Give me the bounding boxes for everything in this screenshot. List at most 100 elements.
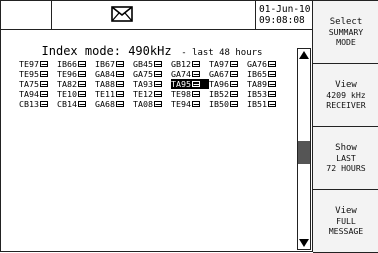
station-code: TA96	[209, 79, 229, 89]
station-message-te95[interactable]: TE95	[19, 69, 57, 79]
message-envelope-icon	[39, 61, 48, 67]
message-envelope-icon	[39, 91, 48, 97]
message-envelope-icon	[153, 91, 162, 97]
station-message-gb12[interactable]: GB12	[171, 59, 209, 69]
station-message-ta08[interactable]: TA08	[133, 99, 171, 109]
clock: 01-Jun-10 09:08:08	[259, 4, 310, 26]
station-message-te10[interactable]: TE10	[57, 89, 95, 99]
index-panel: Index mode: 490kHz - last 48 hours TE97 I…	[7, 32, 307, 250]
station-code: CB14	[57, 99, 77, 109]
show-last-72-hours-button[interactable]: Show LAST 72 HOURS	[313, 127, 378, 190]
station-message-ta82[interactable]: TA82	[57, 79, 95, 89]
message-envelope-icon	[191, 81, 200, 87]
station-message-ib51[interactable]: IB51	[247, 99, 285, 109]
station-message-ib67[interactable]: IB67	[95, 59, 133, 69]
view-full-message-button[interactable]: View FULL MESSAGE	[313, 190, 378, 253]
station-message-ib65[interactable]: IB65	[247, 69, 285, 79]
station-message-cb13[interactable]: CB13	[19, 99, 57, 109]
softkey-label-line: 4209 kHz	[326, 90, 366, 100]
scrollbar[interactable]	[297, 48, 311, 250]
station-code: TA94	[19, 89, 39, 99]
status-divider	[51, 1, 52, 29]
station-code: TE94	[171, 99, 191, 109]
station-message-te98[interactable]: TE98	[171, 89, 209, 99]
station-message-ib52[interactable]: IB52	[209, 89, 247, 99]
station-message-ta94[interactable]: TA94	[19, 89, 57, 99]
status-bar: 01-Jun-10 09:08:08	[1, 1, 312, 30]
station-message-te94[interactable]: TE94	[171, 99, 209, 109]
station-message-ga84[interactable]: GA84	[95, 69, 133, 79]
station-message-ta88[interactable]: TA88	[95, 79, 133, 89]
message-envelope-icon	[77, 61, 86, 67]
softkey-label-line: RECEIVER	[326, 100, 366, 110]
message-envelope-icon	[267, 81, 276, 87]
message-envelope-icon	[115, 91, 124, 97]
station-message-ga67[interactable]: GA67	[209, 69, 247, 79]
message-envelope-icon	[77, 91, 86, 97]
station-message-ib53[interactable]: IB53	[247, 89, 285, 99]
station-row: TE95 TE96 GA84 GA75 GA74 GA67 IB65	[19, 69, 285, 79]
station-code: GA74	[171, 69, 191, 79]
station-row: TA75 TA82 TA88 TA93 TA95 TA96 TA89	[19, 79, 285, 89]
softkey-panel: Select SUMMARY MODE View 4209 kHz RECEIVER Sho…	[312, 1, 378, 253]
message-envelope-icon	[229, 81, 238, 87]
station-code: TA88	[95, 79, 115, 89]
softkey-label-line: View	[335, 80, 357, 90]
station-message-ta96[interactable]: TA96	[209, 79, 247, 89]
message-envelope-icon	[153, 101, 162, 107]
station-code: IB67	[95, 59, 115, 69]
station-code: TE97	[19, 59, 39, 69]
station-code: IB65	[247, 69, 267, 79]
station-code: CB13	[19, 99, 39, 109]
message-envelope-icon	[115, 81, 124, 87]
station-code: TA89	[247, 79, 267, 89]
station-row: TE97 IB66 IB67 GB45 GB12 TA97 GA76	[19, 59, 285, 69]
station-code: GA75	[133, 69, 153, 79]
station-message-cb14[interactable]: CB14	[57, 99, 95, 109]
view-receiver-button[interactable]: View 4209 kHz RECEIVER	[313, 64, 378, 127]
station-message-ta89[interactable]: TA89	[247, 79, 285, 89]
station-code: GA84	[95, 69, 115, 79]
title-main: Index mode: 490kHz	[41, 44, 172, 58]
station-message-te97[interactable]: TE97	[19, 59, 57, 69]
station-code: TE12	[133, 89, 153, 99]
station-code: TA75	[19, 79, 39, 89]
message-envelope-icon	[267, 71, 276, 77]
scroll-up-arrow-icon[interactable]	[299, 51, 309, 59]
station-message-ta95[interactable]: TA95	[171, 79, 209, 89]
message-envelope-icon	[267, 61, 276, 67]
station-message-te96[interactable]: TE96	[57, 69, 95, 79]
softkey-label-line: Show	[335, 143, 357, 153]
station-message-ga68[interactable]: GA68	[95, 99, 133, 109]
scroll-thumb[interactable]	[298, 141, 310, 164]
station-message-ta93[interactable]: TA93	[133, 79, 171, 89]
message-envelope-icon	[267, 101, 276, 107]
scroll-down-arrow-icon[interactable]	[299, 239, 309, 247]
station-message-gb45[interactable]: GB45	[133, 59, 171, 69]
station-message-ga76[interactable]: GA76	[247, 59, 285, 69]
time-text: 09:08:08	[259, 15, 305, 26]
softkey-label-line: Select	[329, 17, 363, 27]
station-message-ib50[interactable]: IB50	[209, 99, 247, 109]
softkey-label-line: 72 HOURS	[326, 163, 366, 173]
station-message-ga74[interactable]: GA74	[171, 69, 209, 79]
station-code: TE96	[57, 69, 77, 79]
station-code: GA68	[95, 99, 115, 109]
select-summary-mode-button[interactable]: Select SUMMARY MODE	[313, 1, 378, 64]
station-message-te11[interactable]: TE11	[95, 89, 133, 99]
station-code: IB53	[247, 89, 267, 99]
message-envelope-icon	[191, 61, 200, 67]
softkey-label-line: MESSAGE	[328, 226, 364, 236]
station-message-ga75[interactable]: GA75	[133, 69, 171, 79]
message-envelope-icon	[153, 71, 162, 77]
softkey-label-line: MODE	[336, 37, 356, 47]
station-message-ta97[interactable]: TA97	[209, 59, 247, 69]
station-message-ta75[interactable]: TA75	[19, 79, 57, 89]
softkey-label-line: SUMMARY	[328, 27, 364, 37]
station-code: TE10	[57, 89, 77, 99]
station-message-ib66[interactable]: IB66	[57, 59, 95, 69]
message-envelope-icon	[115, 71, 124, 77]
softkey-label-line: View	[335, 206, 357, 216]
station-message-te12[interactable]: TE12	[133, 89, 171, 99]
message-envelope-icon	[39, 101, 48, 107]
